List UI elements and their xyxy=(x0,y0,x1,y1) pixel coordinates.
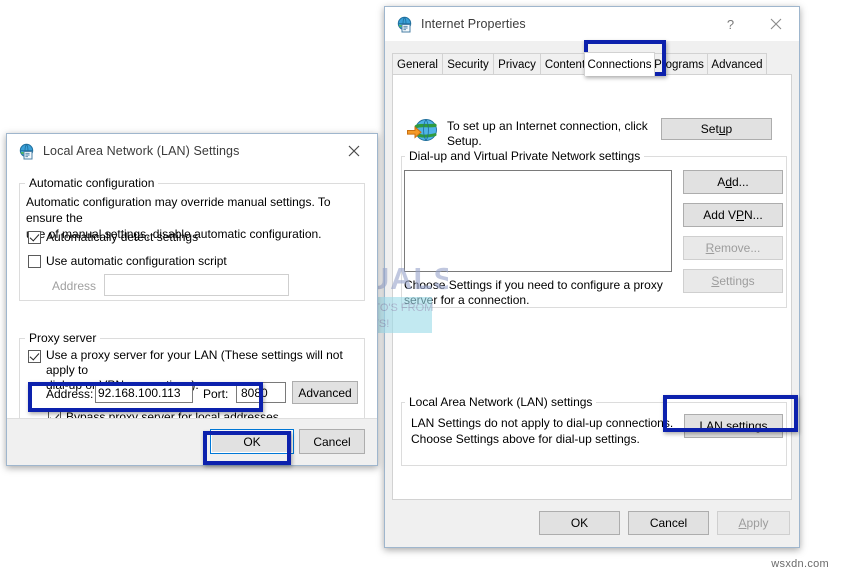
lan-settings-footer: OK Cancel xyxy=(7,418,377,465)
annotation-lan-ok-button xyxy=(203,431,291,465)
help-icon: ? xyxy=(726,16,735,32)
proxy-hint: Choose Settings if you need to configure… xyxy=(404,278,679,308)
setup-description-line1: To set up an Internet connection, click xyxy=(447,119,648,133)
tab-connections[interactable]: Connections xyxy=(584,52,655,76)
close-icon xyxy=(770,18,782,30)
script-address-label: Address xyxy=(52,279,97,293)
dialup-connections-list[interactable] xyxy=(404,170,672,272)
add-vpn-button[interactable]: Add VPN... xyxy=(683,203,783,227)
close-button[interactable] xyxy=(753,7,799,41)
lan-group-label: Local Area Network (LAN) settings xyxy=(405,395,597,409)
setup-button-label: Setup xyxy=(700,122,733,136)
tab-security-label: Security xyxy=(447,58,489,71)
lan-description-line2: Choose Settings above for dial-up settin… xyxy=(411,432,640,446)
site-watermark: wsxdn.com xyxy=(771,558,829,570)
script-address-input[interactable] xyxy=(104,274,289,296)
lan-description: LAN Settings do not apply to dial-up con… xyxy=(411,415,676,447)
internet-properties-window-buttons: ? xyxy=(708,7,799,41)
help-button[interactable]: ? xyxy=(708,7,753,41)
cancel-button-label: Cancel xyxy=(649,516,688,530)
advanced-button-label: Advanced xyxy=(298,385,352,400)
internet-properties-window: Internet Properties ? General Security P… xyxy=(384,6,800,548)
dialup-group-label: Dial-up and Virtual Private Network sett… xyxy=(405,149,645,163)
lan-settings-titlebar: Local Area Network (LAN) Settings xyxy=(7,134,377,168)
tab-general-label: General xyxy=(397,58,438,71)
lan-settings-title: Local Area Network (LAN) Settings xyxy=(43,144,240,158)
tab-advanced-label: Advanced xyxy=(711,58,763,71)
automatically-detect-settings-checkbox[interactable] xyxy=(28,231,41,244)
tab-content-label: Content xyxy=(544,58,586,71)
add-vpn-button-label: Add VPN... xyxy=(703,208,763,222)
apply-button-label: Apply xyxy=(738,516,769,530)
advanced-button[interactable]: Advanced xyxy=(292,381,358,404)
tab-content[interactable]: Content xyxy=(540,53,590,75)
lan-settings-window: Local Area Network (LAN) Settings Automa… xyxy=(6,133,378,466)
cancel-button-label: Cancel xyxy=(313,434,351,449)
tab-advanced[interactable]: Advanced xyxy=(707,53,767,75)
internet-properties-titlebar: Internet Properties ? xyxy=(385,7,799,41)
cancel-button[interactable]: Cancel xyxy=(628,511,709,535)
ok-button[interactable]: OK xyxy=(539,511,620,535)
remove-button: Remove... xyxy=(683,236,783,260)
settings-button-label: Settings xyxy=(711,274,755,288)
internet-properties-title: Internet Properties xyxy=(421,17,526,31)
internet-properties-icon xyxy=(396,16,413,33)
close-icon xyxy=(348,145,360,157)
internet-properties-tabs: General Security Privacy Content Connect… xyxy=(392,52,792,76)
tab-privacy[interactable]: Privacy xyxy=(493,53,541,75)
settings-button: Settings xyxy=(683,269,783,293)
proxy-hint-line1: Choose Settings if you need to configure… xyxy=(404,278,663,292)
remove-button-label: Remove... xyxy=(705,241,761,255)
setup-button[interactable]: Setup xyxy=(661,118,772,140)
lan-description-line1: LAN Settings do not apply to dial-up con… xyxy=(411,416,674,430)
connections-tab-page: To set up an Internet connection, click … xyxy=(392,74,792,500)
tab-security[interactable]: Security xyxy=(442,53,494,75)
lan-settings-icon xyxy=(18,143,35,160)
apply-button: Apply xyxy=(717,511,790,535)
tab-connections-label: Connections xyxy=(587,58,652,71)
internet-properties-footer: OK Cancel Apply xyxy=(385,500,799,547)
proxy-server-group-label: Proxy server xyxy=(25,331,101,345)
annotation-lan-settings-button xyxy=(663,395,798,432)
tab-general[interactable]: General xyxy=(392,53,443,75)
setup-description-line2: Setup. xyxy=(447,134,482,148)
cancel-button[interactable]: Cancel xyxy=(299,429,365,454)
annotation-bypass-proxy-checkbox xyxy=(28,382,263,412)
use-proxy-line1: Use a proxy server for your LAN (These s… xyxy=(46,348,343,377)
automatically-detect-settings-label[interactable]: Automatically detect settings xyxy=(46,230,198,245)
proxy-hint-line2: server for a connection. xyxy=(404,293,530,307)
automatic-configuration-group-label: Automatic configuration xyxy=(25,176,159,190)
tab-privacy-label: Privacy xyxy=(498,58,536,71)
use-proxy-server-checkbox[interactable] xyxy=(28,350,41,363)
use-automatic-configuration-script-checkbox[interactable] xyxy=(28,255,41,268)
setup-description: To set up an Internet connection, click … xyxy=(447,119,652,149)
auto-config-line1: Automatic configuration may override man… xyxy=(26,195,331,225)
close-button[interactable] xyxy=(331,134,377,168)
globe-with-arrow-icon xyxy=(407,118,439,149)
lan-settings-window-buttons xyxy=(331,134,377,168)
use-automatic-configuration-script-label[interactable]: Use automatic configuration script xyxy=(46,254,227,269)
add-button[interactable]: Add... xyxy=(683,170,783,194)
ok-button-label: OK xyxy=(570,516,589,530)
add-button-label: Add... xyxy=(717,175,749,189)
